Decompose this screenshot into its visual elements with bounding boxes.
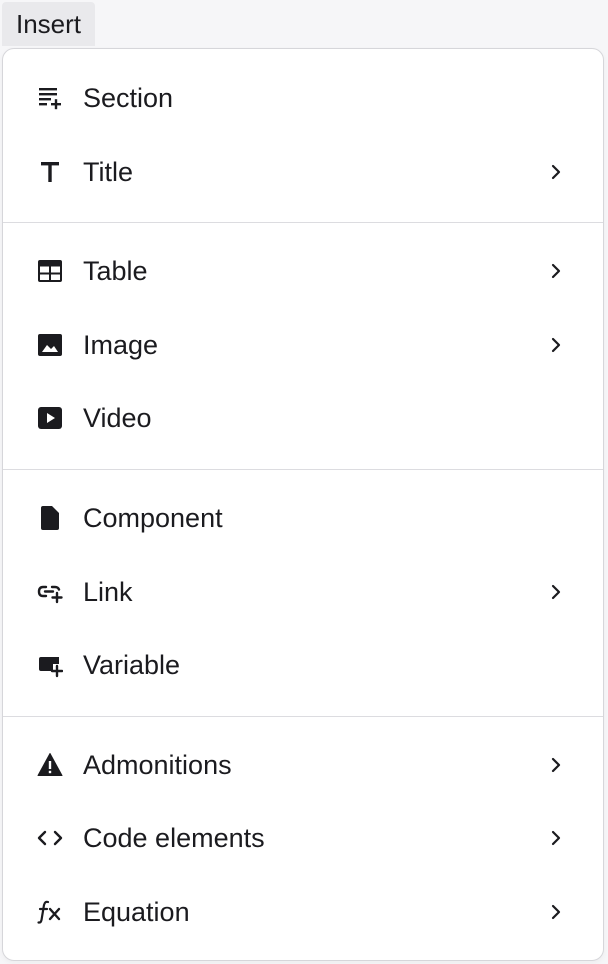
warning-icon	[37, 752, 63, 778]
chevron-right-icon	[549, 162, 563, 182]
insert-dropdown-menu: Section Title Table Image Video Componen…	[2, 48, 604, 961]
menu-item-label: Title	[83, 157, 134, 187]
menu-divider	[3, 222, 603, 223]
menu-item-label: Admonitions	[83, 750, 232, 780]
menu-item-label: Video	[83, 403, 152, 433]
code-icon	[37, 825, 63, 851]
menu-item-label: Equation	[83, 897, 190, 927]
menu-divider	[3, 469, 603, 470]
document-icon	[37, 505, 63, 531]
menu-item-code-elements[interactable]: Code elements	[3, 809, 603, 867]
menu-item-image[interactable]: Image	[3, 316, 603, 374]
menu-bar: Insert	[0, 0, 608, 48]
menu-item-label: Section	[83, 83, 174, 113]
chevron-right-icon	[549, 261, 563, 281]
menu-item-label: Table	[83, 256, 148, 286]
menu-item-label: Component	[83, 503, 223, 533]
function-fx-icon	[37, 899, 63, 925]
chevron-right-icon	[549, 902, 563, 922]
section-add-icon	[37, 85, 63, 111]
menu-item-table[interactable]: Table	[3, 242, 603, 300]
chevron-right-icon	[549, 582, 563, 602]
menu-item-admonitions[interactable]: Admonitions	[3, 736, 603, 794]
menu-item-label: Code elements	[83, 823, 265, 853]
table-icon	[37, 258, 63, 284]
chevron-right-icon	[549, 755, 563, 775]
menu-divider	[3, 716, 603, 717]
menu-item-title[interactable]: Title	[3, 143, 603, 201]
menu-item-section[interactable]: Section	[3, 69, 603, 127]
menu-insert[interactable]: Insert	[2, 2, 96, 46]
title-t-icon	[37, 159, 63, 185]
chevron-right-icon	[549, 335, 563, 355]
link-add-icon	[37, 579, 63, 605]
menu-item-label: Link	[83, 577, 133, 607]
video-icon	[37, 405, 63, 431]
menu-item-variable[interactable]: Variable	[3, 636, 603, 694]
variable-add-icon	[37, 652, 63, 678]
menu-item-link[interactable]: Link	[3, 563, 603, 621]
menu-item-label: Image	[83, 330, 159, 360]
image-icon	[37, 332, 63, 358]
menu-item-equation[interactable]: Equation	[3, 883, 603, 941]
chevron-right-icon	[549, 828, 563, 848]
menu-item-video[interactable]: Video	[3, 389, 603, 447]
menu-item-component[interactable]: Component	[3, 489, 603, 547]
menu-item-label: Variable	[83, 650, 181, 680]
